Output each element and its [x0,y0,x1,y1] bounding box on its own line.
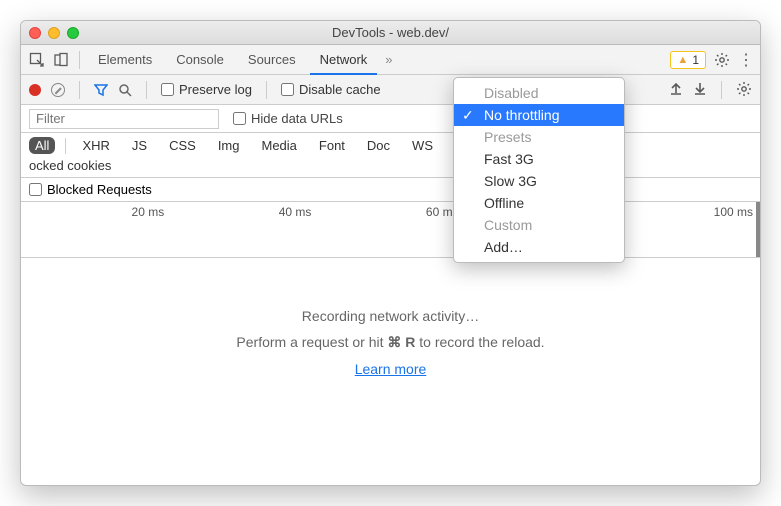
blocked-requests-checkbox[interactable]: Blocked Requests [29,182,152,197]
timeline[interactable]: 20 ms 40 ms 60 ms 100 ms [21,202,760,258]
titlebar: DevTools - web.dev/ [21,21,760,45]
filter-bar: Hide data URLs [21,105,760,133]
timeline-tick: 40 ms [168,205,315,219]
devtools-window: DevTools - web.dev/ Elements Console Sou… [20,20,761,486]
disable-cache-input[interactable] [281,83,294,96]
reload-hint: Perform a request or hit ⌘ R to record t… [236,334,544,351]
panel-tabs: Elements Console Sources Network » ▲ 1 ⋮ [21,45,760,75]
type-media[interactable]: Media [255,137,302,154]
inspect-icon[interactable] [27,50,47,70]
throttle-option-offline[interactable]: Offline [454,192,624,214]
separator [79,81,80,99]
blocked-requests-input[interactable] [29,183,42,196]
preserve-log-label: Preserve log [179,82,252,97]
type-css[interactable]: CSS [163,137,202,154]
zoom-window-button[interactable] [67,27,79,39]
hide-data-urls-input[interactable] [233,112,246,125]
warning-icon: ▲ [677,54,688,66]
tab-console[interactable]: Console [166,45,234,75]
import-har-icon[interactable] [669,81,683,99]
warnings-count: 1 [692,53,699,67]
type-font[interactable]: Font [313,137,351,154]
minimize-window-button[interactable] [48,27,60,39]
preserve-log-checkbox[interactable]: Preserve log [161,82,252,97]
blocked-cookies-label-partial: ocked cookies [29,158,111,173]
throttle-option-add[interactable]: Add… [454,236,624,258]
throttle-option-no-throttling[interactable]: ✓ No throttling [454,104,624,126]
network-toolbar: Preserve log Disable cache [21,75,760,105]
throttle-group-disabled: Disabled [454,82,624,104]
timeline-scrollbar[interactable] [756,202,760,257]
throttle-option-slow-3g[interactable]: Slow 3G [454,170,624,192]
type-xhr[interactable]: XHR [76,137,115,154]
filter-icon[interactable] [94,83,108,97]
type-all[interactable]: All [29,137,55,154]
export-har-icon[interactable] [693,81,707,99]
request-type-filters: All XHR JS CSS Img Media Font Doc WS Man… [21,133,760,178]
hide-data-urls-label: Hide data URLs [251,111,343,126]
type-js[interactable]: JS [126,137,153,154]
more-tabs-icon[interactable]: » [381,52,396,67]
warnings-badge[interactable]: ▲ 1 [670,51,706,69]
blocked-requests-label: Blocked Requests [47,182,152,197]
type-img[interactable]: Img [212,137,246,154]
disable-cache-label: Disable cache [299,82,381,97]
tab-elements[interactable]: Elements [88,45,162,75]
separator [721,81,722,99]
separator [146,81,147,99]
throttle-group-custom: Custom [454,214,624,236]
separator [79,51,80,69]
disable-cache-checkbox[interactable]: Disable cache [281,82,381,97]
window-title: DevTools - web.dev/ [21,25,760,40]
preserve-log-input[interactable] [161,83,174,96]
more-options-icon[interactable]: ⋮ [738,50,754,70]
type-doc[interactable]: Doc [361,137,396,154]
check-icon: ✓ [462,107,474,124]
blocked-requests-row: Blocked Requests [21,178,760,202]
window-controls [29,27,79,39]
filter-input[interactable] [29,109,219,129]
throttle-group-presets: Presets [454,126,624,148]
learn-more-link[interactable]: Learn more [355,361,427,377]
throttling-dropdown: Disabled ✓ No throttling Presets Fast 3G… [453,77,625,263]
close-window-button[interactable] [29,27,41,39]
tab-network[interactable]: Network [310,45,378,75]
device-toolbar-icon[interactable] [51,50,71,70]
clear-button[interactable] [51,83,65,97]
search-icon[interactable] [118,83,132,97]
separator [65,138,66,154]
settings-icon[interactable] [714,52,730,68]
timeline-tick: 60 ms [315,205,462,219]
throttle-option-fast-3g[interactable]: Fast 3G [454,148,624,170]
recording-message: Recording network activity… [302,308,479,324]
record-button[interactable] [29,84,41,96]
timeline-tick: 20 ms [21,205,168,219]
type-ws[interactable]: WS [406,137,439,154]
timeline-tick: 100 ms [610,205,757,219]
network-settings-icon[interactable] [736,81,752,99]
separator [266,81,267,99]
tab-sources[interactable]: Sources [238,45,306,75]
empty-state: Recording network activity… Perform a re… [21,258,760,377]
hide-data-urls-checkbox[interactable]: Hide data URLs [233,111,343,126]
